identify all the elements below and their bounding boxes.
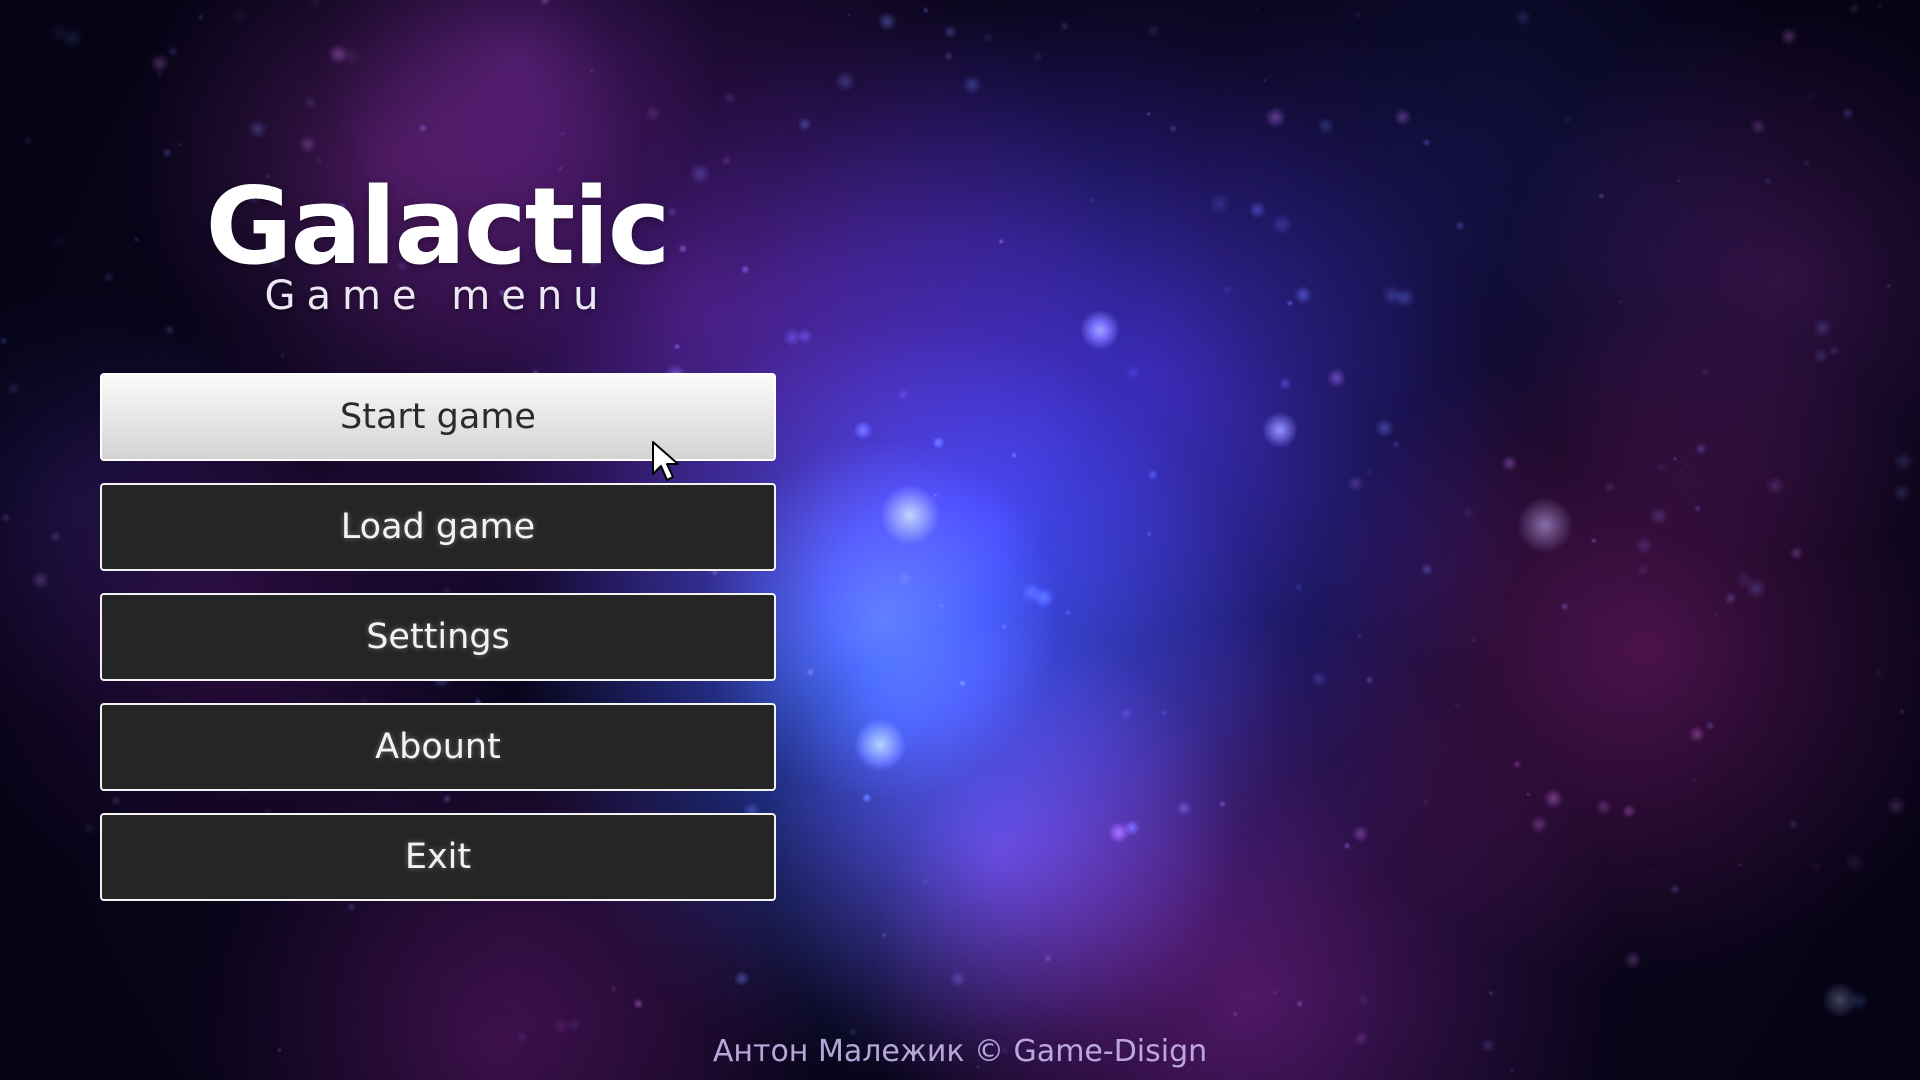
game-subtitle: Game menu [264, 273, 610, 319]
title-block: Galactic Game menu [100, 165, 774, 319]
about-button[interactable]: Abount [100, 703, 776, 791]
game-screen: Galactic Game menu Start game Load game … [0, 0, 1920, 1080]
exit-button[interactable]: Exit [100, 813, 776, 901]
settings-button[interactable]: Settings [100, 593, 776, 681]
mouse-pointer-icon [652, 441, 679, 481]
footer-credits: Антон Малежик © Game-Disign [712, 1034, 1208, 1069]
game-title: Galactic [205, 165, 670, 288]
load-game-button[interactable]: Load game [100, 483, 776, 571]
